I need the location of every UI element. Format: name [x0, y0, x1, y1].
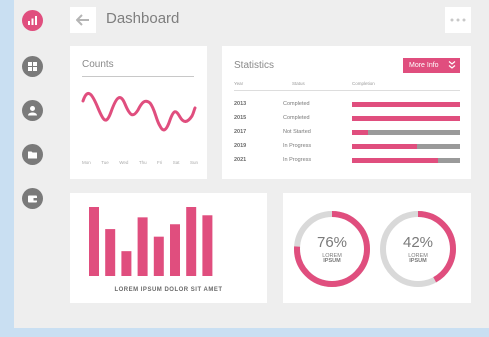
arrow-left-icon — [76, 14, 89, 26]
bar — [89, 207, 99, 276]
sidebar-item-grid[interactable] — [22, 56, 43, 77]
row-status: In Progress — [283, 157, 312, 163]
table-row: 2015 Completed — [234, 114, 460, 124]
day-label: Mon — [82, 160, 91, 165]
counts-day-labels: Mon Tue Wed Thu Fri Sat Sun — [82, 160, 198, 165]
day-label: Wed — [119, 160, 129, 165]
bar-chart-card: LOREM IPSUM DOLOR SIT AMET — [70, 193, 267, 303]
counts-card: Counts Mon Tue Wed Thu Fri Sat Sun — [70, 46, 207, 179]
sidebar-item-folder[interactable] — [22, 144, 43, 165]
row-status: Completed — [283, 115, 310, 121]
completion-bar — [352, 144, 460, 149]
column-header-status: Status — [292, 81, 305, 86]
folder-icon — [28, 151, 37, 159]
completion-fill — [352, 158, 439, 163]
row-year: 2015 — [234, 115, 247, 121]
bar-chart-icon — [28, 16, 37, 25]
completion-fill — [352, 144, 417, 149]
statistics-card: Statistics More Info Year Status Complet… — [222, 46, 471, 179]
completion-bar — [352, 102, 460, 107]
sidebar-item-user[interactable] — [22, 100, 43, 121]
sidebar-item-charts[interactable] — [22, 10, 43, 31]
completion-fill — [352, 130, 369, 135]
more-options-button[interactable] — [445, 7, 471, 33]
chevron-double-down-icon — [448, 61, 456, 69]
day-label: Fri — [157, 160, 163, 165]
bar — [137, 217, 148, 276]
table-row: 2013 Completed — [234, 100, 460, 110]
more-info-label: More Info — [409, 62, 439, 69]
sidebar — [14, 0, 50, 328]
bar — [153, 236, 164, 276]
row-year: 2019 — [234, 143, 247, 149]
bar — [186, 207, 197, 276]
app-frame: Dashboard Counts Mon Tue Wed Thu Fri Sat… — [14, 0, 489, 328]
counts-line — [81, 91, 197, 132]
more-info-button[interactable]: More Info — [403, 58, 460, 73]
day-label: Tue — [101, 160, 109, 165]
day-label: Sun — [189, 160, 198, 165]
completion-bar — [352, 116, 460, 121]
column-header-completion: Completion — [352, 81, 375, 86]
bar — [105, 229, 116, 276]
bar — [202, 215, 213, 276]
donut-sub-2b: IPSUM — [409, 258, 427, 264]
bar — [121, 251, 132, 276]
donut-percent-1: 76% — [316, 234, 348, 251]
completion-fill — [352, 102, 460, 107]
completion-bar — [352, 130, 460, 135]
donut-card: 76% LOREM IPSUM 42% LOREM IPSUM — [283, 193, 471, 303]
day-label: Sat — [172, 160, 180, 165]
row-year: 2017 — [234, 129, 247, 135]
donut-sub-1b: IPSUM — [323, 258, 341, 264]
table-row: 2019 In Progress — [234, 142, 460, 152]
column-header-year: Year — [234, 81, 244, 86]
table-row: 2017 Not Started — [234, 128, 460, 138]
row-status: Not Started — [283, 129, 311, 135]
day-label: Thu — [138, 160, 147, 165]
user-icon — [28, 106, 37, 116]
more-dots-icon — [450, 18, 466, 22]
grid-icon — [28, 62, 37, 71]
statistics-title: Statistics — [234, 60, 275, 71]
donut-percent-2: 42% — [402, 234, 434, 251]
bar — [170, 224, 180, 276]
completion-bar — [352, 158, 460, 163]
statistics-divider — [234, 90, 460, 91]
wallet-icon — [28, 195, 37, 203]
row-status: Completed — [283, 101, 310, 107]
back-button[interactable] — [70, 7, 96, 33]
row-year: 2021 — [234, 157, 247, 163]
sidebar-item-wallet[interactable] — [22, 188, 43, 209]
row-year: 2013 — [234, 101, 247, 107]
page-title: Dashboard — [106, 10, 180, 27]
table-row: 2021 In Progress — [234, 156, 460, 166]
bar-chart-caption: LOREM IPSUM DOLOR SIT AMET — [114, 287, 223, 293]
row-status: In Progress — [283, 143, 312, 149]
completion-fill — [352, 116, 460, 121]
